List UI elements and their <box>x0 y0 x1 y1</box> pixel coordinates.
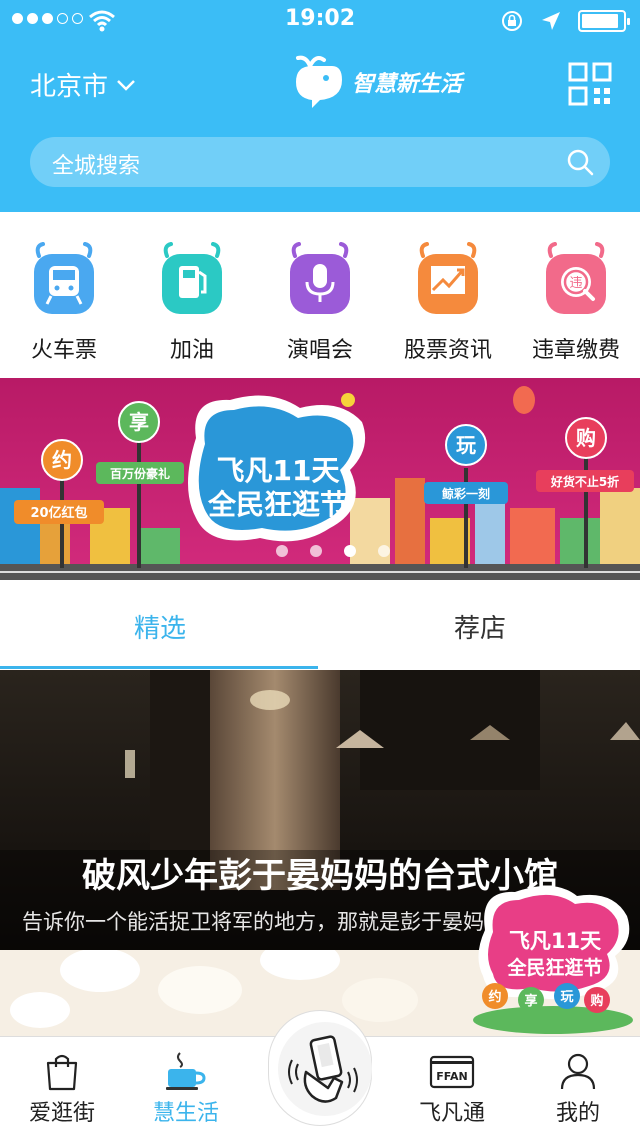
caption-wan: 鲸彩一刻 <box>442 486 490 501</box>
rotation-lock-icon <box>502 11 522 31</box>
coffee-cup-icon <box>166 1052 206 1090</box>
service-label: 演唱会 <box>286 338 353 363</box>
sign-xiang-text: 享 <box>129 410 149 434</box>
hand-phone-icon <box>288 1035 358 1103</box>
float-tag-yue: 约 <box>488 989 501 1005</box>
banner-dot[interactable] <box>310 545 322 557</box>
banner-dot[interactable] <box>378 545 390 557</box>
city-name: 北京市 <box>30 72 109 102</box>
service-train-tickets[interactable]: 火车票 <box>0 242 128 364</box>
svg-text:违: 违 <box>569 276 582 291</box>
sun-icon <box>341 393 355 407</box>
services-row: 火车票 加油 演唱会 股票资讯 违 违章缴费 <box>0 212 640 378</box>
stock-chart-icon <box>418 242 478 314</box>
search-bar[interactable]: 全城搜索 <box>30 137 610 187</box>
banner-pagination <box>276 545 390 557</box>
tab-featured[interactable]: 精选 <box>0 608 320 645</box>
float-tag-wan: 玩 <box>560 990 573 1005</box>
hot-air-balloon-icon <box>513 386 535 414</box>
shopping-bag-icon <box>46 1054 78 1091</box>
tabbar-item-smart-life[interactable]: 慧生活 <box>126 1051 246 1127</box>
tabbar-label: 爱逛街 <box>28 1101 95 1126</box>
floating-promo-art: 飞凡11天 全民狂逛节 约 享 玩 购 <box>473 885 633 1034</box>
search-input[interactable]: 全城搜索 <box>52 148 140 180</box>
microphone-icon <box>290 242 350 314</box>
train-icon <box>34 242 94 314</box>
ffan-card-icon: FFAN <box>429 1055 475 1089</box>
banner-dot[interactable] <box>276 545 288 557</box>
violation-icon: 违 <box>546 242 606 314</box>
float-tag-xiang: 享 <box>524 993 537 1009</box>
service-label: 加油 <box>169 338 214 363</box>
floating-promo-badge[interactable]: 飞凡11天 全民狂逛节 约 享 玩 购 <box>465 870 640 1035</box>
search-icon[interactable] <box>566 148 594 176</box>
festival-headline-1: 飞凡11天 <box>217 454 340 487</box>
center-action-inner[interactable] <box>278 1022 372 1116</box>
sign-wan-text: 玩 <box>456 433 476 457</box>
chevron-down-icon <box>117 79 135 91</box>
tabbar-label: 慧生活 <box>152 1101 219 1126</box>
service-fuel[interactable]: 加油 <box>128 242 256 364</box>
caption-gou: 好货不止5折 <box>550 474 619 489</box>
whale-logo-icon <box>296 55 342 108</box>
caption-yue: 20亿红包 <box>30 505 87 521</box>
float-tag-gou: 购 <box>590 993 603 1009</box>
service-label: 火车票 <box>30 338 97 363</box>
service-traffic-fines[interactable]: 违 违章缴费 <box>512 242 640 364</box>
float-promo-line2: 全民狂逛节 <box>506 956 602 979</box>
sign-yue-text: 约 <box>52 448 72 472</box>
tab-recommended-stores[interactable]: 荐店 <box>320 608 640 645</box>
float-promo-line1: 飞凡11天 <box>509 929 602 953</box>
qr-scan-icon[interactable] <box>568 62 612 106</box>
tab-indicator <box>0 666 318 669</box>
tabbar-item-profile[interactable]: 我的 <box>518 1051 638 1127</box>
festival-headline-2: 全民狂逛节 <box>207 488 348 521</box>
app-header: 19:02 北京市 智慧新生活 全城搜索 <box>0 0 640 212</box>
user-icon <box>560 1053 596 1090</box>
status-bar: 19:02 <box>0 0 640 40</box>
tabbar-label: 飞凡通 <box>418 1101 485 1126</box>
logo-text: 智慧新生活 <box>352 71 463 97</box>
tabbar-item-ffan-card[interactable]: FFAN 飞凡通 <box>392 1051 512 1127</box>
app-logo: 智慧新生活 <box>290 54 462 110</box>
tabbar-item-shopping[interactable]: 爱逛街 <box>2 1051 122 1127</box>
battery-icon <box>578 10 630 32</box>
content-tabs: 精选 荐店 <box>0 580 640 670</box>
city-selector[interactable]: 北京市 <box>30 66 136 103</box>
caption-xiang: 百万份豪礼 <box>110 466 170 481</box>
service-label: 违章缴费 <box>531 338 620 363</box>
banner-dot-active[interactable] <box>344 545 356 557</box>
ffan-card-text: FFAN <box>436 1070 468 1083</box>
service-stocks[interactable]: 股票资讯 <box>384 242 512 364</box>
service-label: 股票资讯 <box>403 338 492 363</box>
tabbar-label: 我的 <box>555 1101 600 1126</box>
fuel-icon <box>162 242 222 314</box>
service-concerts[interactable]: 演唱会 <box>256 242 384 364</box>
location-arrow-icon <box>542 12 560 30</box>
sign-gou-text: 购 <box>576 426 596 450</box>
festival-logo: 飞凡11天 全民狂逛节 <box>188 395 366 542</box>
